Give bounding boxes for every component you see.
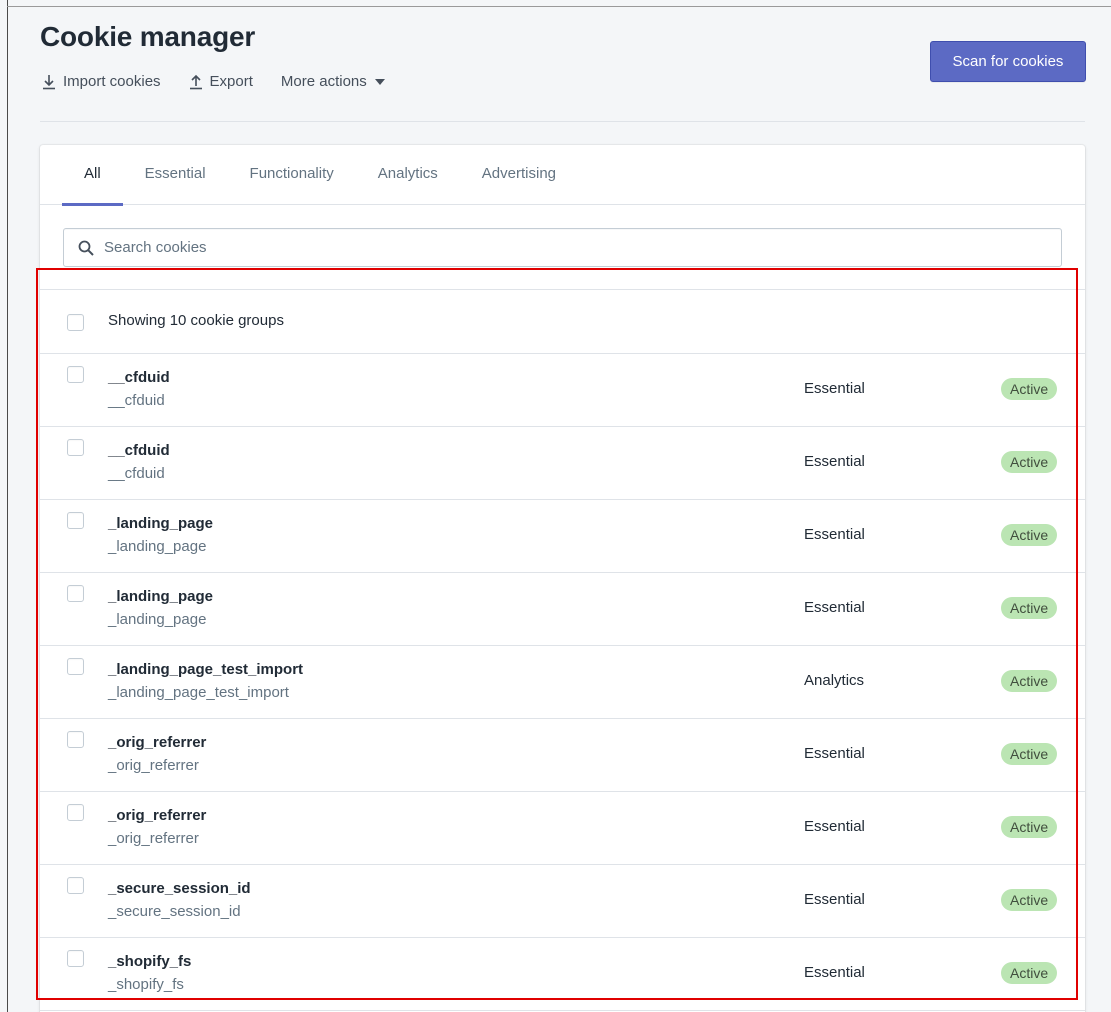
export-label: Export [209,73,253,90]
more-actions-dropdown[interactable]: More actions [281,73,385,90]
row-checkbox[interactable] [67,512,84,529]
caret-down-icon [374,78,385,85]
row-checkbox[interactable] [67,658,84,675]
list-header: Showing 10 cookie groups [40,289,1085,354]
select-all-checkbox[interactable] [67,314,84,331]
table-row[interactable]: _orig_referrer _orig_referrer Essential … [40,719,1085,792]
cookie-category: Essential [804,964,865,981]
cookie-manager-page: Cookie manager Import cookies Export Mor… [8,7,1111,1012]
cookie-name: _shopify_fs [108,953,192,970]
status-badge: Active [1001,524,1058,546]
status-badge: Active [1001,378,1058,400]
cookie-category: Essential [804,380,865,397]
status-badge: Active [1001,743,1058,765]
status-badge: Active [1001,670,1058,692]
row-checkbox[interactable] [67,804,84,821]
import-cookies-label: Import cookies [63,73,161,90]
cookie-category: Analytics [804,672,865,689]
cookie-name: _secure_session_id [108,880,251,897]
list-count-text: Showing 10 cookie groups [108,312,284,329]
category-tabs: All Essential Functionality Analytics Ad… [40,145,1085,206]
cookie-id: _landing_page [108,611,207,628]
cookie-name: __cfduid [108,369,170,386]
cookie-category: Essential [804,891,865,908]
table-row[interactable]: _landing_page_test_import _landing_page_… [40,646,1085,719]
search-field[interactable] [63,228,1062,267]
cookie-name: _orig_referrer [108,734,207,751]
cookie-category: Essential [804,526,865,543]
tab-advertising[interactable]: Advertising [460,145,578,205]
more-actions-label: More actions [280,73,367,90]
download-arrow-icon [43,74,55,89]
row-checkbox[interactable] [67,731,84,748]
table-row[interactable]: _shopify_fs _shopify_fs Essential Active [40,938,1085,1011]
cookie-list-card: All Essential Functionality Analytics Ad… [40,145,1085,1012]
row-checkbox[interactable] [67,950,84,967]
cookie-name: _landing_page_test_import [108,661,304,678]
cookie-id: _shopify_fs [108,976,184,993]
upload-arrow-icon [189,74,202,89]
table-row[interactable]: _landing_page _landing_page Essential Ac… [40,500,1085,573]
cookie-name: _landing_page [108,588,214,605]
cookie-list: Showing 10 cookie groups __cfduid __cfdu… [40,289,1085,1011]
cookie-name: _landing_page [108,515,214,532]
tab-functionality[interactable]: Functionality [228,145,356,205]
cookie-id: _orig_referrer [108,830,199,847]
export-button[interactable]: Export [189,73,253,90]
status-badge: Active [1001,597,1058,619]
table-row[interactable]: __cfduid __cfduid Essential Active [40,354,1085,427]
tab-all[interactable]: All [62,145,123,206]
cookie-id: _orig_referrer [108,757,199,774]
cookie-id: __cfduid [108,392,165,409]
row-checkbox[interactable] [67,366,84,383]
table-row[interactable]: _secure_session_id _secure_session_id Es… [40,865,1085,938]
cookie-category: Essential [804,818,865,835]
cookie-category: Essential [804,453,865,470]
tab-analytics[interactable]: Analytics [356,145,460,205]
page-title: Cookie manager [40,21,256,52]
cookie-name: _orig_referrer [108,807,207,824]
tab-essential[interactable]: Essential [123,145,228,205]
cookie-id: _landing_page [108,538,207,555]
page-actions: Import cookies Export More actions [42,73,413,90]
cookie-id: _secure_session_id [108,903,241,920]
row-checkbox[interactable] [67,585,84,602]
status-badge: Active [1001,816,1058,838]
status-badge: Active [1001,889,1058,911]
cookie-id: _landing_page_test_import [108,684,289,701]
status-badge: Active [1001,451,1058,473]
search-input[interactable] [104,239,1004,256]
row-checkbox[interactable] [67,439,84,456]
table-row[interactable]: _landing_page _landing_page Essential Ac… [40,573,1085,646]
cookie-name: __cfduid [108,442,170,459]
import-cookies-button[interactable]: Import cookies [42,73,161,90]
cookie-category: Essential [804,745,865,762]
header-divider [40,121,1085,122]
scan-for-cookies-button[interactable]: Scan for cookies [930,41,1086,82]
status-badge: Active [1001,962,1058,984]
cookie-id: __cfduid [108,465,165,482]
cookie-category: Essential [804,599,865,616]
search-icon [78,240,94,256]
row-checkbox[interactable] [67,877,84,894]
table-row[interactable]: _orig_referrer _orig_referrer Essential … [40,792,1085,865]
table-row[interactable]: __cfduid __cfduid Essential Active [40,427,1085,500]
